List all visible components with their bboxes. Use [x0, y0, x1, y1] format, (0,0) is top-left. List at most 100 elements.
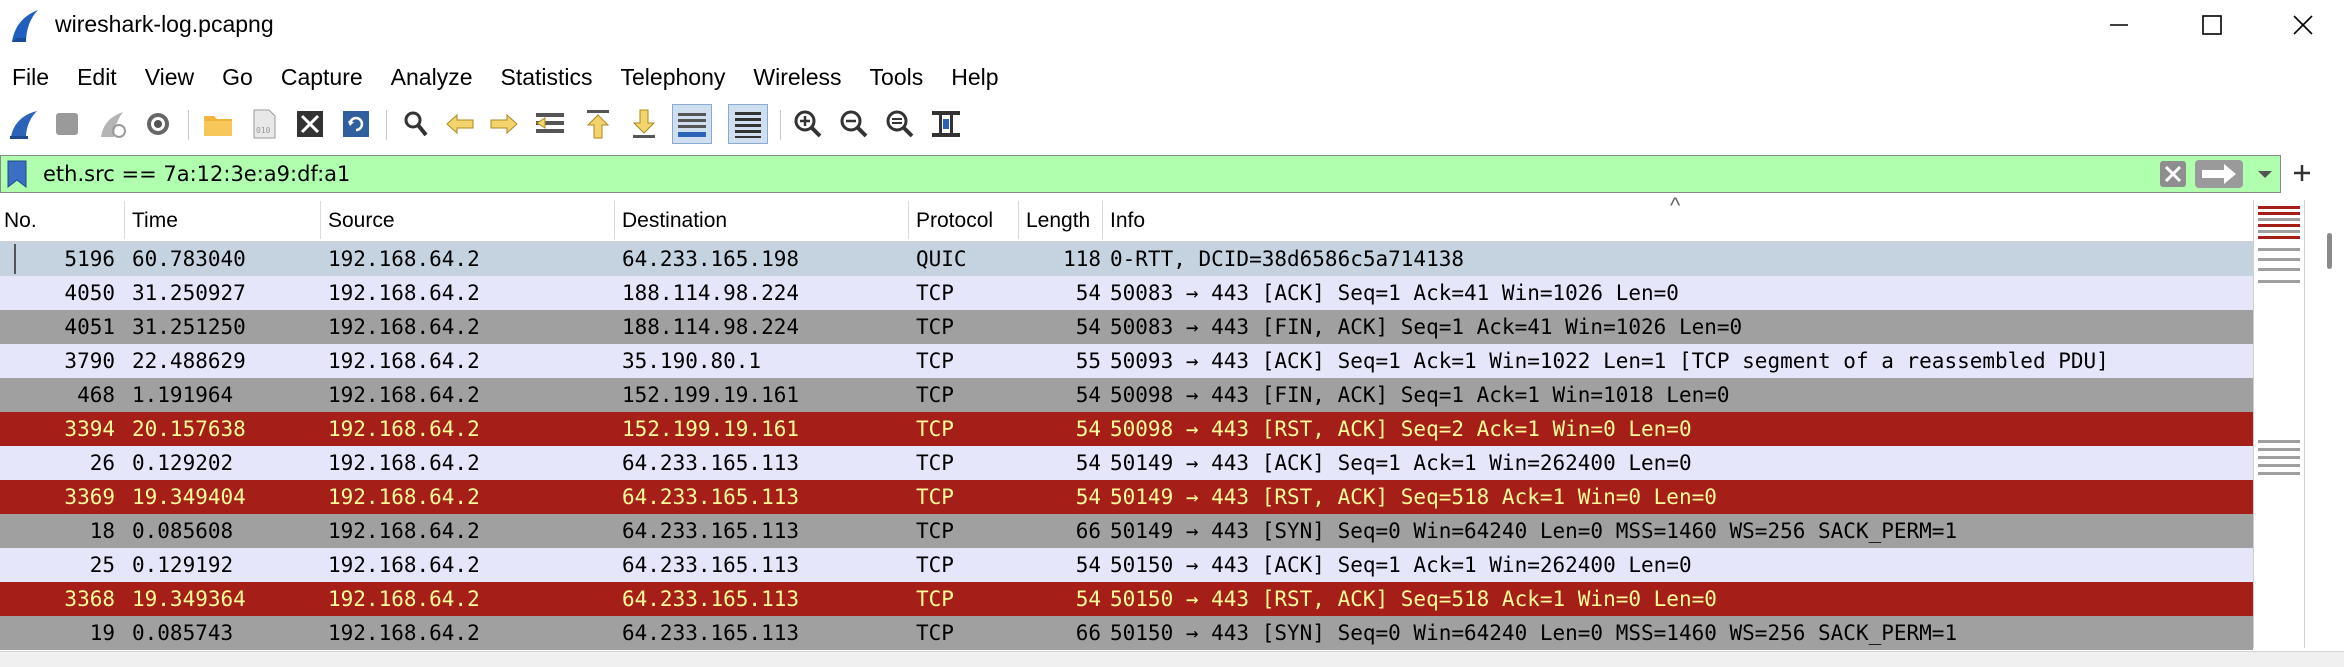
menu-telephony[interactable]: Telephony	[607, 58, 740, 96]
packet-row[interactable]: 3394 20.157638 192.168.64.2 152.199.19.1…	[0, 412, 2253, 446]
minimap-mark	[2258, 236, 2300, 239]
cell-destination: 188.114.98.224	[622, 281, 800, 305]
packet-row[interactable]: 5196 60.783040 192.168.64.2 64.233.165.1…	[0, 242, 2253, 276]
menu-statistics[interactable]: Statistics	[486, 58, 606, 96]
column-header-protocol[interactable]: Protocol	[916, 197, 993, 241]
start-capture-button[interactable]	[4, 104, 44, 144]
packet-row[interactable]: 25 0.129192 192.168.64.2 64.233.165.113 …	[0, 548, 2253, 582]
packet-row[interactable]: 4050 31.250927 192.168.64.2 188.114.98.2…	[0, 276, 2253, 310]
vertical-scrollbar[interactable]	[2318, 200, 2344, 648]
column-header-time[interactable]: Time	[132, 197, 178, 241]
cell-protocol: TCP	[916, 383, 954, 407]
minimize-button[interactable]	[2072, 0, 2165, 50]
filter-history-dropdown[interactable]	[2253, 162, 2277, 186]
packet-row[interactable]: 4051 31.251250 192.168.64.2 188.114.98.2…	[0, 310, 2253, 344]
packet-row[interactable]: 26 0.129202 192.168.64.2 64.233.165.113 …	[0, 446, 2253, 480]
scrollbar-thumb[interactable]	[2327, 233, 2332, 269]
column-header-destination[interactable]: Destination	[622, 197, 727, 241]
cell-time: 22.488629	[132, 349, 246, 373]
menu-tools[interactable]: Tools	[856, 58, 938, 96]
cell-length: 54	[1075, 451, 1101, 475]
close-button[interactable]	[2256, 0, 2344, 50]
zoom-out-button[interactable]	[834, 104, 874, 144]
go-to-packet-button[interactable]	[530, 104, 570, 144]
maximize-button[interactable]	[2165, 0, 2258, 50]
cell-destination: 64.233.165.198	[622, 247, 800, 271]
go-forward-button[interactable]	[484, 104, 524, 144]
menu-view[interactable]: View	[131, 58, 208, 96]
first-packet-button[interactable]	[578, 104, 618, 144]
maximize-icon	[2201, 15, 2222, 35]
apply-filter-button[interactable]	[2194, 159, 2244, 189]
display-filter-bar[interactable]: eth.src == 7a:12:3e:a9:df:a1	[0, 155, 2281, 193]
packet-row[interactable]: 19 0.085743 192.168.64.2 64.233.165.113 …	[0, 616, 2253, 650]
menu-analyze[interactable]: Analyze	[377, 58, 487, 96]
menu-capture[interactable]: Capture	[267, 58, 377, 96]
cell-destination: 64.233.165.113	[622, 621, 800, 645]
arrow-down-icon	[632, 109, 656, 138]
minimap-mark	[2258, 248, 2300, 251]
packet-row[interactable]: 18 0.085608 192.168.64.2 64.233.165.113 …	[0, 514, 2253, 548]
cell-protocol: TCP	[916, 451, 954, 475]
capture-options-button[interactable]	[138, 104, 178, 144]
menu-edit[interactable]: Edit	[63, 58, 131, 96]
minimap-mark	[2258, 448, 2300, 451]
cell-destination: 152.199.19.161	[622, 417, 800, 441]
open-file-button[interactable]	[198, 104, 238, 144]
cell-protocol: TCP	[916, 553, 954, 577]
menu-wireless[interactable]: Wireless	[739, 58, 855, 96]
cell-time: 0.129202	[132, 451, 234, 475]
gear-icon	[147, 113, 169, 135]
cell-destination: 152.199.19.161	[622, 383, 800, 407]
packet-row[interactable]: 3369 19.349404 192.168.64.2 64.233.165.1…	[0, 480, 2253, 514]
stop-capture-button[interactable]	[47, 104, 87, 144]
cell-length: 54	[1075, 315, 1101, 339]
pane-splitter[interactable]	[0, 651, 2344, 667]
column-header-source[interactable]: Source	[328, 197, 395, 241]
auto-scroll-button[interactable]	[672, 104, 712, 144]
packet-row[interactable]: 3368 19.349364 192.168.64.2 64.233.165.1…	[0, 582, 2253, 616]
cell-time: 31.250927	[132, 281, 246, 305]
minimap-mark	[2258, 218, 2300, 221]
colorize-button[interactable]	[728, 104, 768, 144]
cell-protocol: TCP	[916, 315, 954, 339]
save-file-button[interactable]: 010	[244, 104, 284, 144]
display-filter-input[interactable]: eth.src == 7a:12:3e:a9:df:a1	[43, 160, 350, 188]
chevron-down-icon	[2258, 171, 2272, 178]
cell-info: 50083 → 443 [ACK] Seq=1 Ack=41 Win=1026 …	[1110, 281, 1679, 305]
column-header-no[interactable]: No.	[4, 197, 37, 241]
menu-file[interactable]: File	[0, 58, 63, 96]
cell-source: 192.168.64.2	[328, 587, 480, 611]
packet-minimap[interactable]	[2253, 200, 2305, 648]
last-packet-button[interactable]	[624, 104, 664, 144]
find-packet-button[interactable]	[396, 104, 436, 144]
bookmark-icon[interactable]	[5, 160, 29, 189]
packet-row[interactable]: 3790 22.488629 192.168.64.2 35.190.80.1 …	[0, 344, 2253, 378]
arrow-left-icon	[446, 113, 474, 135]
svg-text:010: 010	[256, 126, 271, 135]
cell-time: 19.349404	[132, 485, 246, 509]
column-header-length[interactable]: Length	[1026, 197, 1090, 241]
packet-list: No. Time Source Destination Protocol Len…	[0, 193, 2253, 650]
minimap-mark	[2258, 212, 2300, 215]
add-filter-button[interactable]	[2287, 158, 2317, 188]
cell-info: 50149 → 443 [ACK] Seq=1 Ack=1 Win=262400…	[1110, 451, 1692, 475]
close-file-button[interactable]	[290, 104, 330, 144]
folder-icon	[204, 116, 232, 136]
packet-list-header: No. Time Source Destination Protocol Len…	[0, 193, 2253, 242]
cell-time: 20.157638	[132, 417, 246, 441]
resize-columns-button[interactable]	[926, 104, 966, 144]
go-back-button[interactable]	[440, 104, 480, 144]
cell-source: 192.168.64.2	[328, 553, 480, 577]
zoom-in-button[interactable]	[788, 104, 828, 144]
menu-go[interactable]: Go	[208, 58, 267, 96]
cell-source: 192.168.64.2	[328, 621, 480, 645]
column-header-info[interactable]: Info	[1110, 197, 1145, 241]
packet-row[interactable]: 468 1.191964 192.168.64.2 152.199.19.161…	[0, 378, 2253, 412]
restart-capture-button[interactable]	[92, 104, 132, 144]
normal-size-button[interactable]	[880, 104, 920, 144]
reload-file-button[interactable]	[336, 104, 376, 144]
binary-file-icon: 010	[253, 109, 276, 139]
menu-help[interactable]: Help	[937, 58, 1012, 96]
clear-filter-button[interactable]	[2159, 160, 2187, 188]
